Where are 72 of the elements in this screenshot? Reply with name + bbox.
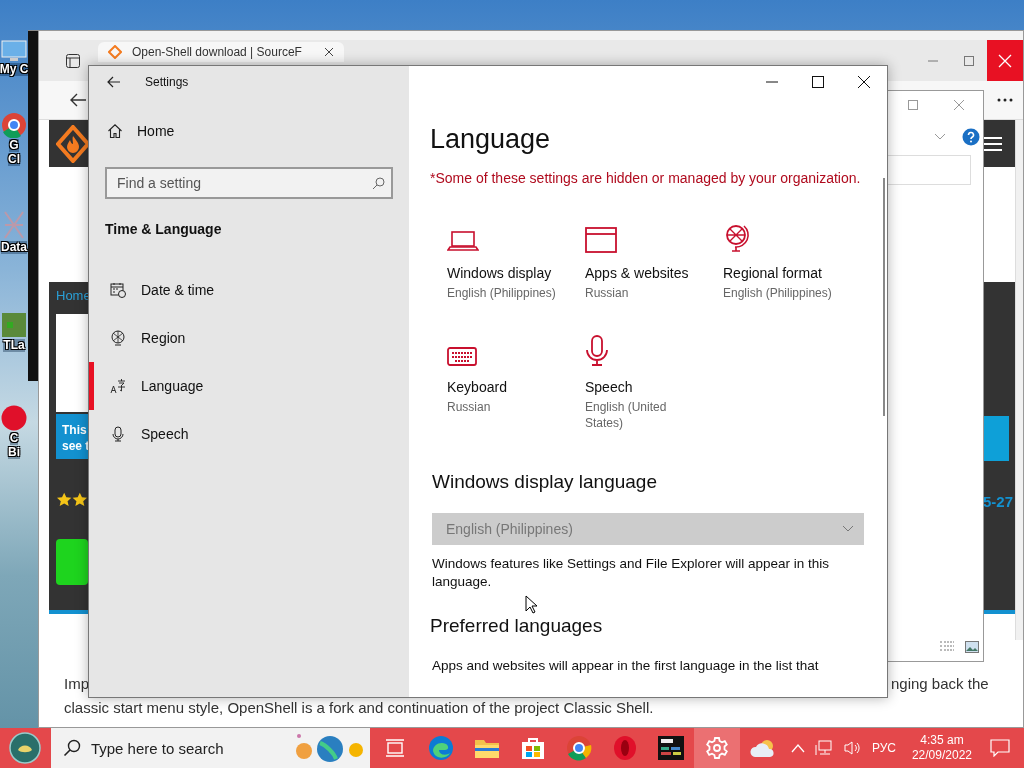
more-options-icon[interactable] <box>997 98 1013 102</box>
image-view-icon[interactable] <box>965 641 979 653</box>
section-heading: Time & Language <box>105 221 223 237</box>
shortcut-label[interactable]: TLa <box>3 339 25 352</box>
search-icon <box>62 739 81 757</box>
settings-tile[interactable]: Windows display English (Philippines) <box>447 221 559 301</box>
menu-icon[interactable] <box>984 137 1002 151</box>
flame-logo-icon <box>108 45 122 59</box>
close-button[interactable] <box>987 40 1023 81</box>
chevron-down-icon <box>842 525 854 533</box>
back-arrow-icon[interactable] <box>69 92 87 108</box>
settings-tile[interactable]: Regional format English (Philippines) <box>723 221 835 301</box>
list-view-icon[interactable] <box>939 641 955 653</box>
input-language-indicator[interactable]: РУС <box>865 741 902 755</box>
search-icon <box>372 177 385 190</box>
clock[interactable]: 4:35 am 22/09/2022 <box>901 733 982 763</box>
settings-icon[interactable] <box>693 728 740 768</box>
mouse-cursor-icon <box>525 595 537 614</box>
shortcut-label[interactable]: My C <box>0 63 29 76</box>
description-text: Imp <box>64 675 89 692</box>
stars-drawing <box>56 492 88 507</box>
date-text: 5-27 <box>983 493 1014 510</box>
nav-item[interactable]: Speech <box>89 410 393 458</box>
home-link[interactable]: Home <box>89 113 393 149</box>
close-icon <box>998 53 1012 68</box>
nav-item[interactable]: Region <box>89 314 393 362</box>
description-text: classic start menu style, OpenShell is a fork and continuation of the project Classic Shell. <box>64 699 654 716</box>
maximize-icon <box>812 76 824 88</box>
nav-item[interactable]: Language <box>89 362 393 410</box>
shortcut-icon[interactable] <box>1 312 27 338</box>
section-heading: Preferred languages <box>430 615 604 637</box>
speech-icon <box>110 426 126 442</box>
description-text: Windows features like Settings and File Explorer will appear in this language. <box>432 555 830 591</box>
tab-actions-icon[interactable] <box>65 52 81 69</box>
region-icon <box>110 330 126 346</box>
microphone-icon <box>585 335 609 367</box>
language-icon <box>110 378 126 394</box>
info-box <box>984 416 1009 461</box>
browser-window-icon <box>585 227 617 253</box>
nav-item[interactable]: Date & time <box>89 266 393 314</box>
back-arrow-icon[interactable] <box>107 76 121 88</box>
description-text: Apps and websites will appear in the first language in the list that <box>432 657 820 675</box>
maximize-icon <box>963 54 975 67</box>
help-icon[interactable] <box>962 128 980 146</box>
shortcut-icon[interactable] <box>1 112 27 138</box>
shortcut-label[interactable]: Data <box>1 241 27 254</box>
policy-notice: *Some of these settings are hidden or managed by your organization. <box>430 170 862 186</box>
laptop-icon <box>447 229 479 253</box>
shortcut-label[interactable]: G <box>9 139 19 152</box>
planets-drawing <box>293 731 364 765</box>
globe-icon <box>723 223 751 253</box>
flame-logo-icon <box>56 125 90 163</box>
page-title: Language <box>430 124 552 155</box>
settings-tile[interactable]: Keyboard Russian <box>447 335 559 415</box>
window-title: Settings <box>145 75 189 89</box>
settings-tile[interactable]: Speech English (United States) <box>585 335 697 431</box>
description-text: nging back the <box>891 675 989 692</box>
taskbar-search-field[interactable]: Type here to search <box>50 728 370 768</box>
search-field[interactable]: Find a setting <box>105 167 393 199</box>
chevron-down-icon[interactable] <box>934 133 946 141</box>
section-heading: Windows display language <box>432 471 658 493</box>
settings-tile[interactable]: Apps & websites Russian <box>585 221 697 301</box>
date-icon <box>110 282 126 298</box>
close-icon <box>858 76 870 88</box>
scrollbar[interactable] <box>883 178 885 416</box>
scrollbar[interactable] <box>1015 120 1023 640</box>
browser-tab[interactable]: Open-Shell download | SourceF <box>98 42 344 62</box>
keyboard-icon <box>447 347 477 367</box>
close-icon[interactable] <box>324 47 334 57</box>
shortcut-icon[interactable] <box>1 405 27 431</box>
home-icon <box>107 123 123 139</box>
shortcut-icon[interactable] <box>1 40 27 62</box>
